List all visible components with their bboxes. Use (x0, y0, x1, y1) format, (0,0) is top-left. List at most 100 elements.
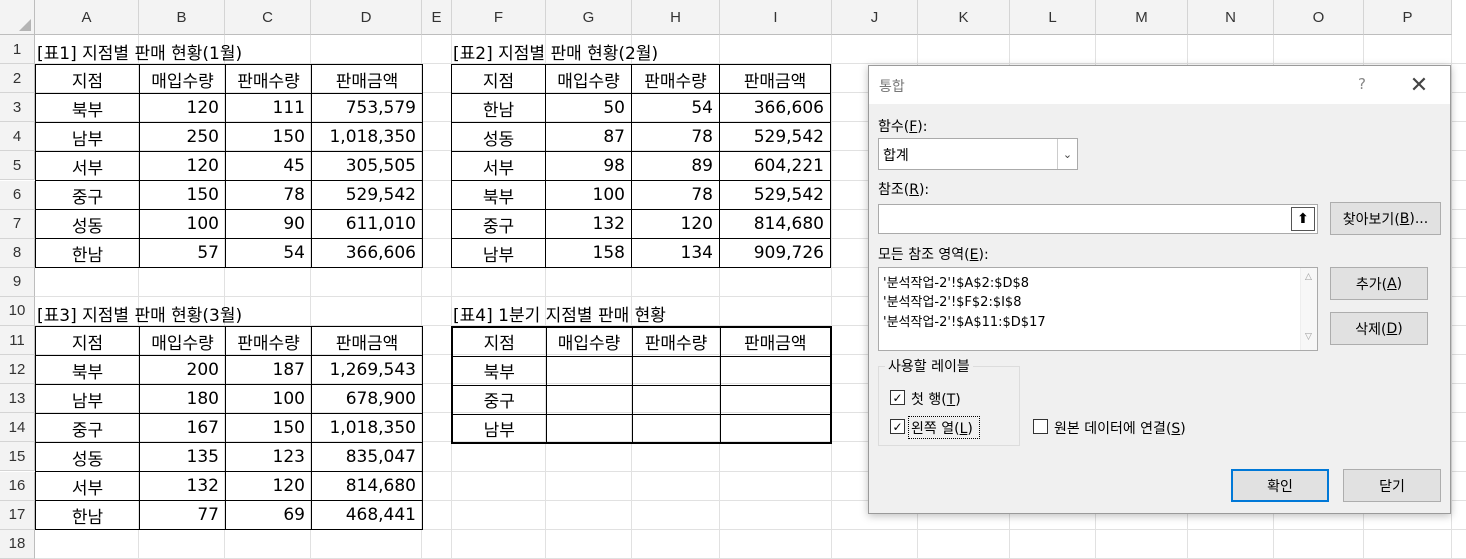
row-header-8[interactable]: 8 (0, 238, 35, 268)
row-header-5[interactable]: 5 (0, 151, 35, 181)
link-source-label[interactable]: 원본 데이터에 연결(S) (1054, 418, 1186, 438)
left-column-label[interactable]: 왼쪽 열(L) (911, 418, 973, 438)
table-cell[interactable]: 678,900 (311, 384, 423, 414)
table-cell[interactable]: 1,269,543 (311, 355, 423, 385)
column-header-n[interactable]: N (1188, 0, 1274, 35)
header-cell[interactable]: 매입수량 (139, 64, 226, 94)
table-cell[interactable]: 한남 (35, 238, 140, 268)
table-cell[interactable]: 529,542 (311, 180, 423, 210)
table-cell[interactable]: 북부 (35, 355, 140, 385)
table-cell[interactable]: 78 (631, 180, 720, 210)
table-cell[interactable]: 753,579 (311, 93, 423, 123)
table-cell[interactable]: 111 (225, 93, 312, 123)
table-cell[interactable] (631, 384, 721, 415)
table-cell[interactable]: 남부 (35, 122, 140, 152)
table-cell[interactable]: 200 (139, 355, 226, 385)
row-header-13[interactable]: 13 (0, 384, 35, 414)
table-cell[interactable]: 814,680 (311, 471, 423, 501)
table-cell[interactable] (719, 355, 832, 386)
table-cell[interactable]: 북부 (35, 93, 140, 123)
table4[interactable]: 지점 매입수량 판매수량 판매금액 북부 중구 남부 (451, 326, 832, 444)
table-cell[interactable] (719, 413, 832, 444)
table-cell[interactable]: 611,010 (311, 209, 423, 239)
row-header-17[interactable]: 17 (0, 500, 35, 530)
table-cell[interactable]: 250 (139, 122, 226, 152)
table-cell[interactable]: 123 (225, 442, 312, 472)
table-cell[interactable]: 북부 (451, 355, 547, 386)
table-cell[interactable]: 78 (631, 122, 720, 152)
table-cell[interactable]: 한남 (451, 93, 546, 123)
list-scrollbar[interactable]: △ ▽ (1300, 268, 1317, 350)
table1-title[interactable]: [표1] 지점별 판매 현황(1월) (37, 39, 242, 64)
column-header-e[interactable]: E (422, 0, 452, 35)
table-cell[interactable]: 54 (631, 93, 720, 123)
header-cell[interactable]: 판매수량 (225, 64, 312, 94)
table-cell[interactable]: 90 (225, 209, 312, 239)
close-icon[interactable]: ✕ (1399, 71, 1439, 99)
row-header-9[interactable]: 9 (0, 267, 35, 297)
function-select[interactable]: 합계 ⌄ (878, 138, 1078, 170)
top-row-checkbox[interactable]: ✓ (890, 390, 905, 405)
table-cell[interactable]: 909,726 (719, 238, 831, 268)
table-cell[interactable]: 77 (139, 500, 226, 530)
column-header-j[interactable]: J (832, 0, 918, 35)
row-header-6[interactable]: 6 (0, 180, 35, 210)
table-cell[interactable]: 366,606 (311, 238, 423, 268)
row-header-3[interactable]: 3 (0, 93, 35, 123)
table-cell[interactable]: 54 (225, 238, 312, 268)
row-header-18[interactable]: 18 (0, 529, 35, 559)
table-cell[interactable]: 중구 (35, 413, 140, 443)
table-cell[interactable]: 150 (225, 413, 312, 443)
chevron-down-icon[interactable]: ⌄ (1057, 139, 1077, 169)
header-cell[interactable]: 판매금액 (719, 64, 831, 94)
table-cell[interactable]: 78 (225, 180, 312, 210)
header-cell[interactable]: 판매수량 (225, 326, 312, 356)
collapse-dialog-icon[interactable]: ⬆ (1291, 207, 1315, 231)
table-cell[interactable]: 89 (631, 151, 720, 181)
browse-button[interactable]: 찾아보기(B)... (1330, 202, 1441, 235)
table-cell[interactable]: 529,542 (719, 180, 831, 210)
table-cell[interactable]: 87 (545, 122, 632, 152)
table-cell[interactable]: 서부 (35, 471, 140, 501)
header-cell[interactable]: 판매금액 (311, 326, 423, 356)
header-cell[interactable]: 판매수량 (631, 64, 720, 94)
row-header-10[interactable]: 10 (0, 296, 35, 326)
table-cell[interactable]: 120 (225, 471, 312, 501)
table-cell[interactable]: 45 (225, 151, 312, 181)
help-icon[interactable]: ? (1358, 75, 1366, 93)
column-header-o[interactable]: O (1274, 0, 1364, 35)
table-cell[interactable]: 150 (139, 180, 226, 210)
column-header-k[interactable]: K (918, 0, 1010, 35)
table-cell[interactable]: 98 (545, 151, 632, 181)
table-cell[interactable]: 150 (225, 122, 312, 152)
table-cell[interactable]: 604,221 (719, 151, 831, 181)
table-cell[interactable]: 835,047 (311, 442, 423, 472)
header-cell[interactable]: 매입수량 (545, 64, 632, 94)
table-cell[interactable]: 158 (545, 238, 632, 268)
header-cell[interactable]: 판매수량 (631, 326, 721, 357)
table-cell[interactable] (545, 413, 633, 444)
row-header-14[interactable]: 14 (0, 413, 35, 443)
column-header-p[interactable]: P (1364, 0, 1452, 35)
table-cell[interactable] (631, 355, 721, 386)
column-header-h[interactable]: H (632, 0, 720, 35)
table-cell[interactable]: 167 (139, 413, 226, 443)
row-header-15[interactable]: 15 (0, 442, 35, 472)
scroll-down-icon[interactable]: ▽ (1305, 332, 1312, 342)
reference-item[interactable]: '분석작업-2'!$F$2:$I$8 (883, 291, 1021, 310)
row-header-1[interactable]: 1 (0, 35, 35, 65)
row-header-7[interactable]: 7 (0, 209, 35, 239)
header-cell[interactable]: 매입수량 (545, 326, 633, 357)
column-header-d[interactable]: D (311, 0, 422, 35)
table-cell[interactable]: 814,680 (719, 209, 831, 239)
header-cell[interactable]: 지점 (35, 64, 140, 94)
reference-input[interactable]: ⬆ (878, 204, 1318, 234)
table-cell[interactable]: 중구 (451, 209, 546, 239)
header-cell[interactable]: 지점 (451, 64, 546, 94)
table-cell[interactable]: 366,606 (719, 93, 831, 123)
row-header-12[interactable]: 12 (0, 355, 35, 385)
table-cell[interactable]: 100 (545, 180, 632, 210)
table-cell[interactable] (545, 355, 633, 386)
table-cell[interactable]: 120 (139, 151, 226, 181)
table1[interactable]: 지점 매입수량 판매수량 판매금액 북부 120 111 753,579 남부 250 150 1,0… (35, 64, 423, 268)
